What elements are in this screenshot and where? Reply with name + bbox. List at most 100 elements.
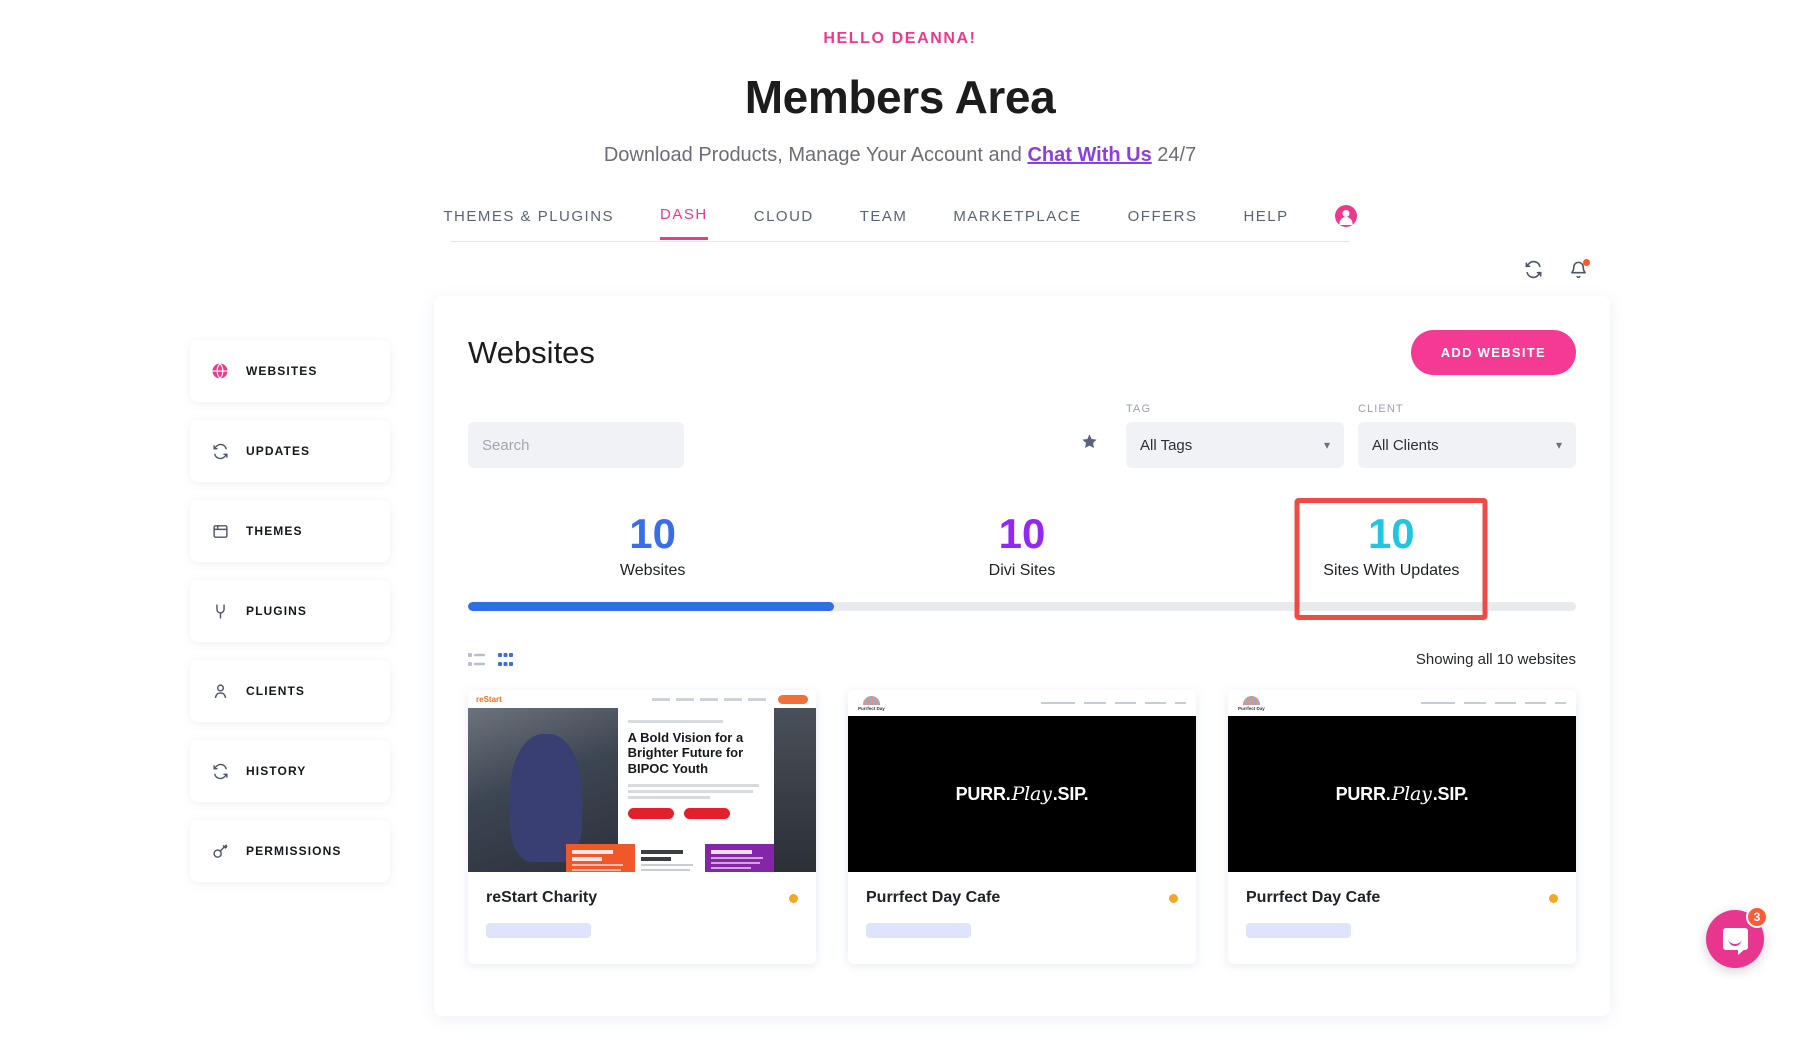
updates-progress-bar (468, 602, 1576, 612)
sidebar-item-themes[interactable]: THEMES (190, 500, 390, 562)
website-name: Purrfect Day Cafe (1246, 889, 1381, 907)
sidebar-item-plugins[interactable]: PLUGINS (190, 580, 390, 642)
tag-filter: TAG All Tags ▾ (1126, 403, 1344, 468)
website-name: reStart Charity (486, 889, 598, 907)
star-icon[interactable] (1081, 433, 1098, 455)
thumb-navbar: Purrfect Day (848, 690, 1196, 717)
nav-item-team[interactable]: TEAM (860, 208, 908, 239)
website-card-footer-top: Purrfect Day Cafe (1246, 889, 1558, 907)
filters-right-group: TAG All Tags ▾ CLIENT All Clients ▾ (1081, 403, 1576, 468)
key-icon (210, 841, 230, 861)
loading-placeholder (486, 923, 591, 939)
sidebar-item-label: PLUGINS (246, 604, 308, 618)
panel-header: Websites ADD WEBSITE (468, 330, 1576, 375)
thumb-logo: reStart (476, 694, 502, 704)
stats-row: 10 Websites 10 Divi Sites 10 Sites With Updat… (468, 502, 1576, 586)
refresh-icon (210, 441, 230, 461)
website-card[interactable]: reStart A Bold Vision for a Brighter Fut… (468, 690, 816, 965)
plug-icon (210, 601, 230, 621)
nav-item-help[interactable]: HELP (1243, 208, 1288, 239)
sidebar: WEBSITES UPDATES THEMES PLUGINS CLIENTS HISTO… (190, 296, 390, 882)
panel-title: Websites (468, 334, 595, 370)
main-navigation: THEMES & PLUGINS DASH CLOUD TEAM MARKETPLACE… (0, 205, 1800, 242)
stat-value: 10 (1367, 510, 1415, 557)
tag-filter-select[interactable]: All Tags ▾ (1126, 422, 1344, 468)
stat-websites[interactable]: 10 Websites (468, 502, 837, 586)
loading-placeholder (1246, 923, 1351, 939)
website-cards-grid: reStart A Bold Vision for a Brighter Fut… (468, 690, 1576, 965)
thumb-navbar: Purrfect Day (1228, 690, 1576, 717)
nav-item-offers[interactable]: OFFERS (1128, 208, 1198, 239)
website-card[interactable]: Purrfect Day PURR. Play .SIP. Purrfect Day… (848, 690, 1196, 965)
chat-bubble-shape (1722, 928, 1748, 955)
nav-item-cloud[interactable]: CLOUD (754, 208, 814, 239)
hero-part-2: .SIP. (1432, 783, 1469, 804)
page-title: Members Area (744, 71, 1056, 123)
thumb-paragraph (627, 784, 765, 800)
chat-unread-badge: 3 (1746, 906, 1768, 928)
stat-sites-with-updates[interactable]: 10 Sites With Updates (1207, 502, 1576, 586)
thumb-body: A Bold Vision for a Brighter Future for … (468, 708, 816, 873)
hero-script-word: Play (1391, 783, 1432, 806)
stat-divi-sites[interactable]: 10 Divi Sites (837, 502, 1206, 586)
website-card[interactable]: Purrfect Day PURR. Play .SIP. Purrfect Day… (1228, 690, 1576, 965)
status-badge (1549, 893, 1558, 903)
sidebar-item-label: CLIENTS (246, 684, 306, 698)
thumb-nav-links (1421, 702, 1566, 705)
thumb-hero-text: PURR. Play .SIP. (956, 783, 1089, 805)
subtitle-text-before: Download Products, Manage Your Account a… (603, 144, 1028, 166)
window-icon (210, 521, 230, 541)
chevron-down-icon: ▾ (1555, 438, 1562, 452)
thumb-hero-text: PURR. Play .SIP. (1336, 783, 1469, 805)
hero-part-1: PURR. (1335, 783, 1391, 804)
showing-count-text: Showing all 10 websites (1415, 651, 1576, 669)
website-thumbnail: Purrfect Day PURR. Play .SIP. (1228, 690, 1576, 873)
thumb-kicker (627, 720, 724, 724)
website-thumbnail: reStart A Bold Vision for a Brighter Fut… (468, 690, 816, 873)
search-input[interactable]: Search (468, 422, 684, 468)
sidebar-item-history[interactable]: HISTORY (190, 740, 390, 802)
sidebar-item-permissions[interactable]: PERMISSIONS (190, 820, 390, 882)
thumb-hero: PURR. Play .SIP. (1228, 716, 1576, 873)
website-card-footer: Purrfect Day Cafe (1228, 872, 1576, 964)
website-card-footer: reStart Charity (468, 872, 816, 964)
client-filter-label: CLIENT (1358, 403, 1404, 415)
nav-item-dash[interactable]: DASH (660, 206, 708, 240)
bell-icon[interactable] (1569, 258, 1590, 279)
sidebar-item-label: HISTORY (246, 764, 307, 778)
sidebar-item-label: PERMISSIONS (246, 844, 342, 858)
thumb-feature-tiles (565, 844, 775, 873)
account-circle-icon[interactable] (1334, 205, 1357, 227)
stat-label: Websites (619, 562, 686, 580)
greeting-text: HELLO DEANNA! (823, 30, 977, 47)
refresh-icon[interactable] (1524, 260, 1543, 279)
nav-item-themes-plugins[interactable]: THEMES & PLUGINS (443, 208, 614, 239)
stat-label: Divi Sites (988, 562, 1056, 580)
website-card-footer: Purrfect Day Cafe (848, 872, 1196, 964)
chat-bubble-icon[interactable]: 3 (1706, 906, 1768, 968)
filters-row: Search TAG All Tags ▾ CLIENT All Clients… (468, 403, 1576, 468)
thumb-copy: A Bold Vision for a Brighter Future for … (565, 708, 775, 873)
user-icon (210, 681, 230, 701)
thumb-buttons (627, 808, 765, 820)
sidebar-item-clients[interactable]: CLIENTS (190, 660, 390, 722)
thumb-logo: Purrfect Day (858, 695, 885, 711)
website-name: Purrfect Day Cafe (866, 889, 1001, 907)
chat-with-us-link[interactable]: Chat With Us (1027, 144, 1151, 166)
website-thumbnail: Purrfect Day PURR. Play .SIP. (848, 690, 1196, 873)
thumb-heading: A Bold Vision for a Brighter Future for … (627, 730, 744, 776)
sidebar-item-updates[interactable]: UPDATES (190, 420, 390, 482)
nav-item-marketplace[interactable]: MARKETPLACE (953, 208, 1081, 239)
thumb-navbar: reStart (468, 690, 816, 709)
add-website-button[interactable]: ADD WEBSITE (1410, 330, 1576, 375)
subtitle-text-after: 24/7 (1151, 144, 1197, 166)
client-filter-select[interactable]: All Clients ▾ (1358, 422, 1576, 468)
list-view-icon[interactable] (468, 652, 485, 667)
thumb-cta-button (778, 694, 808, 704)
sidebar-item-websites[interactable]: WEBSITES (190, 340, 390, 402)
websites-panel: Websites ADD WEBSITE Search TAG All Tags… (434, 296, 1610, 1016)
website-card-footer-top: Purrfect Day Cafe (866, 889, 1178, 907)
hero-part-1: PURR. (955, 783, 1011, 804)
loading-placeholder (866, 923, 971, 939)
grid-view-icon[interactable] (498, 652, 513, 667)
